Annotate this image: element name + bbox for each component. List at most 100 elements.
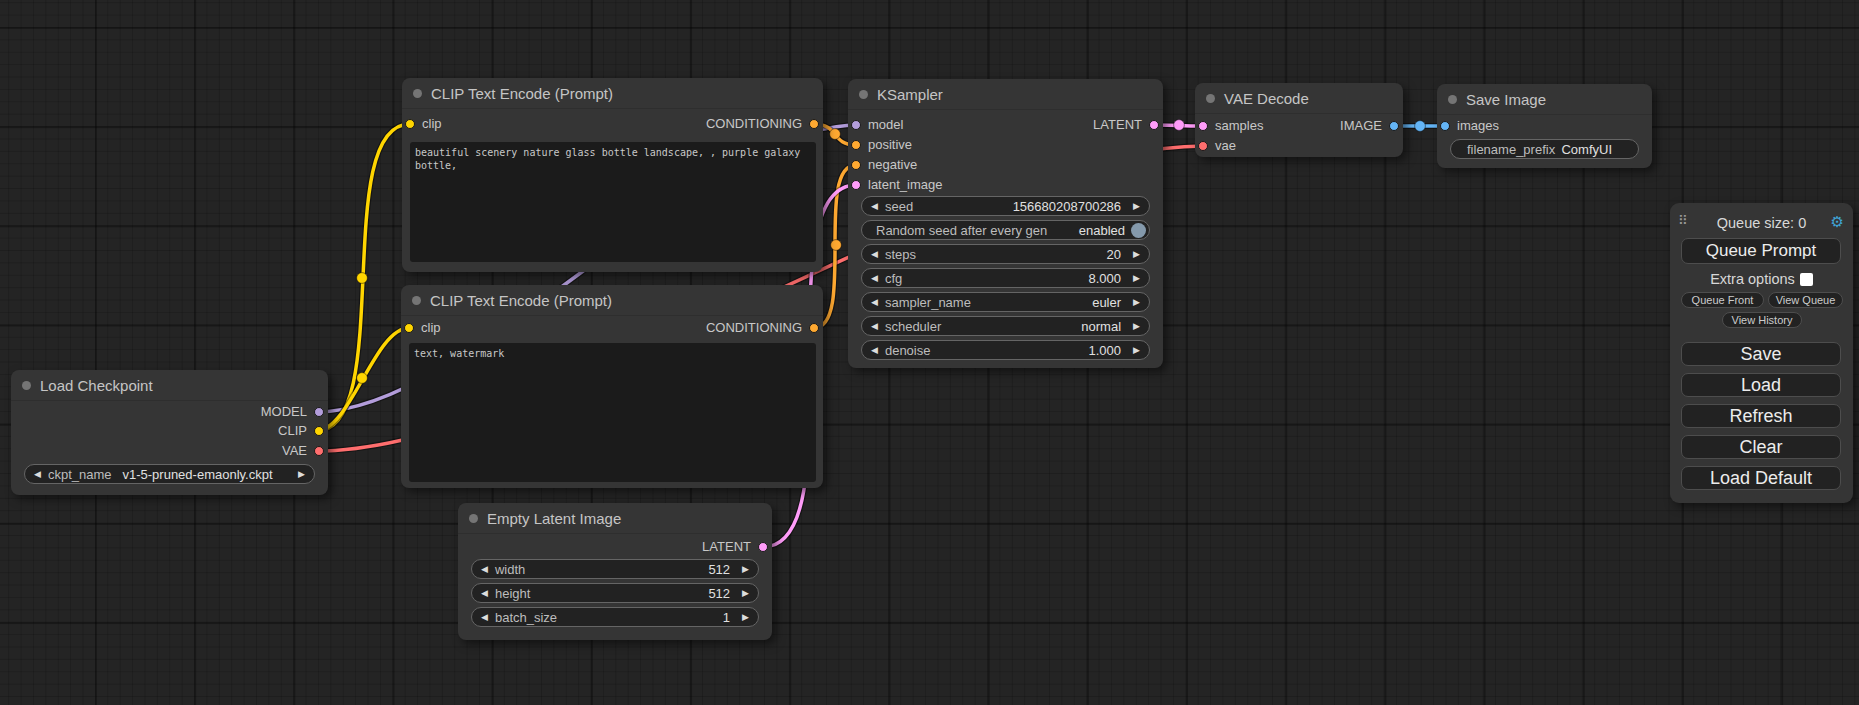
node-empty-latent-image[interactable]: Empty Latent ImageLATENT◀width512▶◀heigh… <box>458 503 772 640</box>
node-collapse-dot[interactable] <box>22 381 31 390</box>
widget-seed[interactable]: ◀seed156680208700286▶ <box>861 196 1150 216</box>
widget-sampler-name[interactable]: ◀sampler_nameeuler▶ <box>861 292 1150 312</box>
input-port-images[interactable] <box>1440 121 1450 131</box>
prompt-textarea[interactable]: text, watermark <box>409 343 816 482</box>
widget-decrement-arrow[interactable]: ◀ <box>871 322 878 331</box>
output-port-VAE[interactable] <box>314 446 324 456</box>
node-collapse-dot[interactable] <box>413 89 422 98</box>
link-midpoint-dot[interactable] <box>831 240 842 251</box>
widget-Random seed after every gen[interactable]: Random seed after every genenabled <box>861 220 1150 240</box>
queue-panel: ⠿ Queue size: 0 ⚙ Queue Prompt Extra opt… <box>1670 203 1853 503</box>
widget-increment-arrow[interactable]: ▶ <box>1133 274 1140 283</box>
prompt-textarea[interactable]: beautiful scenery nature glass bottle la… <box>410 142 816 262</box>
link-midpoint-dot[interactable] <box>1174 120 1185 131</box>
node-collapse-dot[interactable] <box>1448 95 1457 104</box>
widget-height[interactable]: ◀height512▶ <box>471 583 759 603</box>
node-clip-text-encode-negative[interactable]: CLIP Text Encode (Prompt)clipCONDITIONIN… <box>401 285 823 488</box>
widget-increment-arrow[interactable]: ▶ <box>1133 298 1140 307</box>
node-vae-decode[interactable]: VAE DecodesamplesvaeIMAGE <box>1195 83 1403 157</box>
widget-decrement-arrow[interactable]: ◀ <box>871 202 878 211</box>
node-ksampler[interactable]: KSamplermodelpositivenegativelatent_imag… <box>848 79 1163 368</box>
input-port-samples[interactable] <box>1198 121 1208 131</box>
input-port-clip[interactable] <box>404 323 414 333</box>
refresh-button[interactable]: Refresh <box>1681 404 1841 428</box>
queue-prompt-button[interactable]: Queue Prompt <box>1681 238 1841 264</box>
input-port-vae[interactable] <box>1198 141 1208 151</box>
input-port-clip[interactable] <box>405 119 415 129</box>
input-port-latent_image[interactable] <box>851 180 861 190</box>
load-button[interactable]: Load <box>1681 373 1841 397</box>
widget-decrement-arrow[interactable]: ◀ <box>871 298 878 307</box>
widget-increment-arrow[interactable]: ▶ <box>1133 202 1140 211</box>
load-default-button[interactable]: Load Default <box>1681 466 1841 490</box>
widget-increment-arrow[interactable]: ▶ <box>298 470 305 479</box>
widget-cfg[interactable]: ◀cfg8.000▶ <box>861 268 1150 288</box>
node-titlebar[interactable]: Empty Latent Image <box>458 503 772 534</box>
node-save-image[interactable]: Save Image images filename_prefixComfyUI <box>1437 84 1652 168</box>
input-port-model[interactable] <box>851 120 861 130</box>
node-titlebar[interactable]: VAE Decode <box>1195 83 1403 114</box>
output-port-CONDITIONING[interactable] <box>809 323 819 333</box>
node-titlebar[interactable]: KSampler <box>848 79 1163 110</box>
widget-scheduler[interactable]: ◀schedulernormal▶ <box>861 316 1150 336</box>
settings-gear-icon[interactable]: ⚙ <box>1831 213 1844 231</box>
save-button[interactable]: Save <box>1681 342 1841 366</box>
input-port-label: images <box>1457 118 1499 133</box>
view-queue-button[interactable]: View Queue <box>1768 292 1843 308</box>
output-port-MODEL[interactable] <box>314 407 324 417</box>
widget-decrement-arrow[interactable]: ◀ <box>871 250 878 259</box>
node-collapse-dot[interactable] <box>859 90 868 99</box>
widget-denoise[interactable]: ◀denoise1.000▶ <box>861 340 1150 360</box>
output-port-CLIP[interactable] <box>314 426 324 436</box>
output-port-label: IMAGE <box>1340 118 1382 133</box>
widget-batch-size[interactable]: ◀batch_size1▶ <box>471 607 759 627</box>
widget-value: 156680208700286 <box>1013 199 1121 214</box>
output-port-LATENT[interactable] <box>1149 120 1159 130</box>
output-port-CONDITIONING[interactable] <box>809 119 819 129</box>
node-collapse-dot[interactable] <box>469 514 478 523</box>
widget-decrement-arrow[interactable]: ◀ <box>871 274 878 283</box>
node-collapse-dot[interactable] <box>1206 94 1215 103</box>
widget-increment-arrow[interactable]: ▶ <box>742 589 749 598</box>
link-midpoint-dot[interactable] <box>830 129 841 140</box>
widget-increment-arrow[interactable]: ▶ <box>1133 250 1140 259</box>
link-midpoint-dot[interactable] <box>357 373 368 384</box>
link-midpoint-dot[interactable] <box>1415 121 1426 132</box>
extra-options-checkbox[interactable] <box>1800 273 1813 286</box>
output-port-label: LATENT <box>1093 117 1142 132</box>
queue-front-button[interactable]: Queue Front <box>1681 292 1764 308</box>
node-clip-text-encode-positive[interactable]: CLIP Text Encode (Prompt)clipCONDITIONIN… <box>402 78 823 272</box>
link-midpoint-dot[interactable] <box>357 273 368 284</box>
widget-increment-arrow[interactable]: ▶ <box>742 565 749 574</box>
view-history-button[interactable]: View History <box>1722 312 1802 328</box>
widget-label: denoise <box>885 343 931 358</box>
clear-button[interactable]: Clear <box>1681 435 1841 459</box>
widget-filename-prefix[interactable]: filename_prefixComfyUI <box>1450 139 1639 159</box>
widget-label: cfg <box>885 271 902 286</box>
input-port-positive[interactable] <box>851 140 861 150</box>
widget-value: normal <box>1081 319 1121 334</box>
node-titlebar[interactable]: CLIP Text Encode (Prompt) <box>401 285 823 316</box>
node-titlebar[interactable]: Save Image <box>1437 84 1652 115</box>
output-port-LATENT[interactable] <box>758 542 768 552</box>
widget-ckpt-name[interactable]: ◀ckpt_namev1-5-pruned-emaonly.ckpt▶ <box>24 464 315 484</box>
widget-decrement-arrow[interactable]: ◀ <box>481 613 488 622</box>
widget-decrement-arrow[interactable]: ◀ <box>481 589 488 598</box>
widget-decrement-arrow[interactable]: ◀ <box>871 346 878 355</box>
widget-increment-arrow[interactable]: ▶ <box>1133 346 1140 355</box>
queue-size-label: Queue size: 0 <box>1670 215 1853 231</box>
toggle-knob[interactable] <box>1131 223 1146 238</box>
node-titlebar[interactable]: Load Checkpoint <box>11 370 328 401</box>
node-titlebar[interactable]: CLIP Text Encode (Prompt) <box>402 78 823 109</box>
widget-increment-arrow[interactable]: ▶ <box>1133 322 1140 331</box>
node-load-checkpoint[interactable]: Load CheckpointMODELCLIPVAE◀ckpt_namev1-… <box>11 370 328 495</box>
widget-width[interactable]: ◀width512▶ <box>471 559 759 579</box>
widget-steps[interactable]: ◀steps20▶ <box>861 244 1150 264</box>
node-collapse-dot[interactable] <box>412 296 421 305</box>
input-port-negative[interactable] <box>851 160 861 170</box>
widget-increment-arrow[interactable]: ▶ <box>742 613 749 622</box>
output-port-IMAGE[interactable] <box>1389 121 1399 131</box>
node-title: Load Checkpoint <box>40 377 153 394</box>
widget-decrement-arrow[interactable]: ◀ <box>481 565 488 574</box>
widget-decrement-arrow[interactable]: ◀ <box>34 470 41 479</box>
